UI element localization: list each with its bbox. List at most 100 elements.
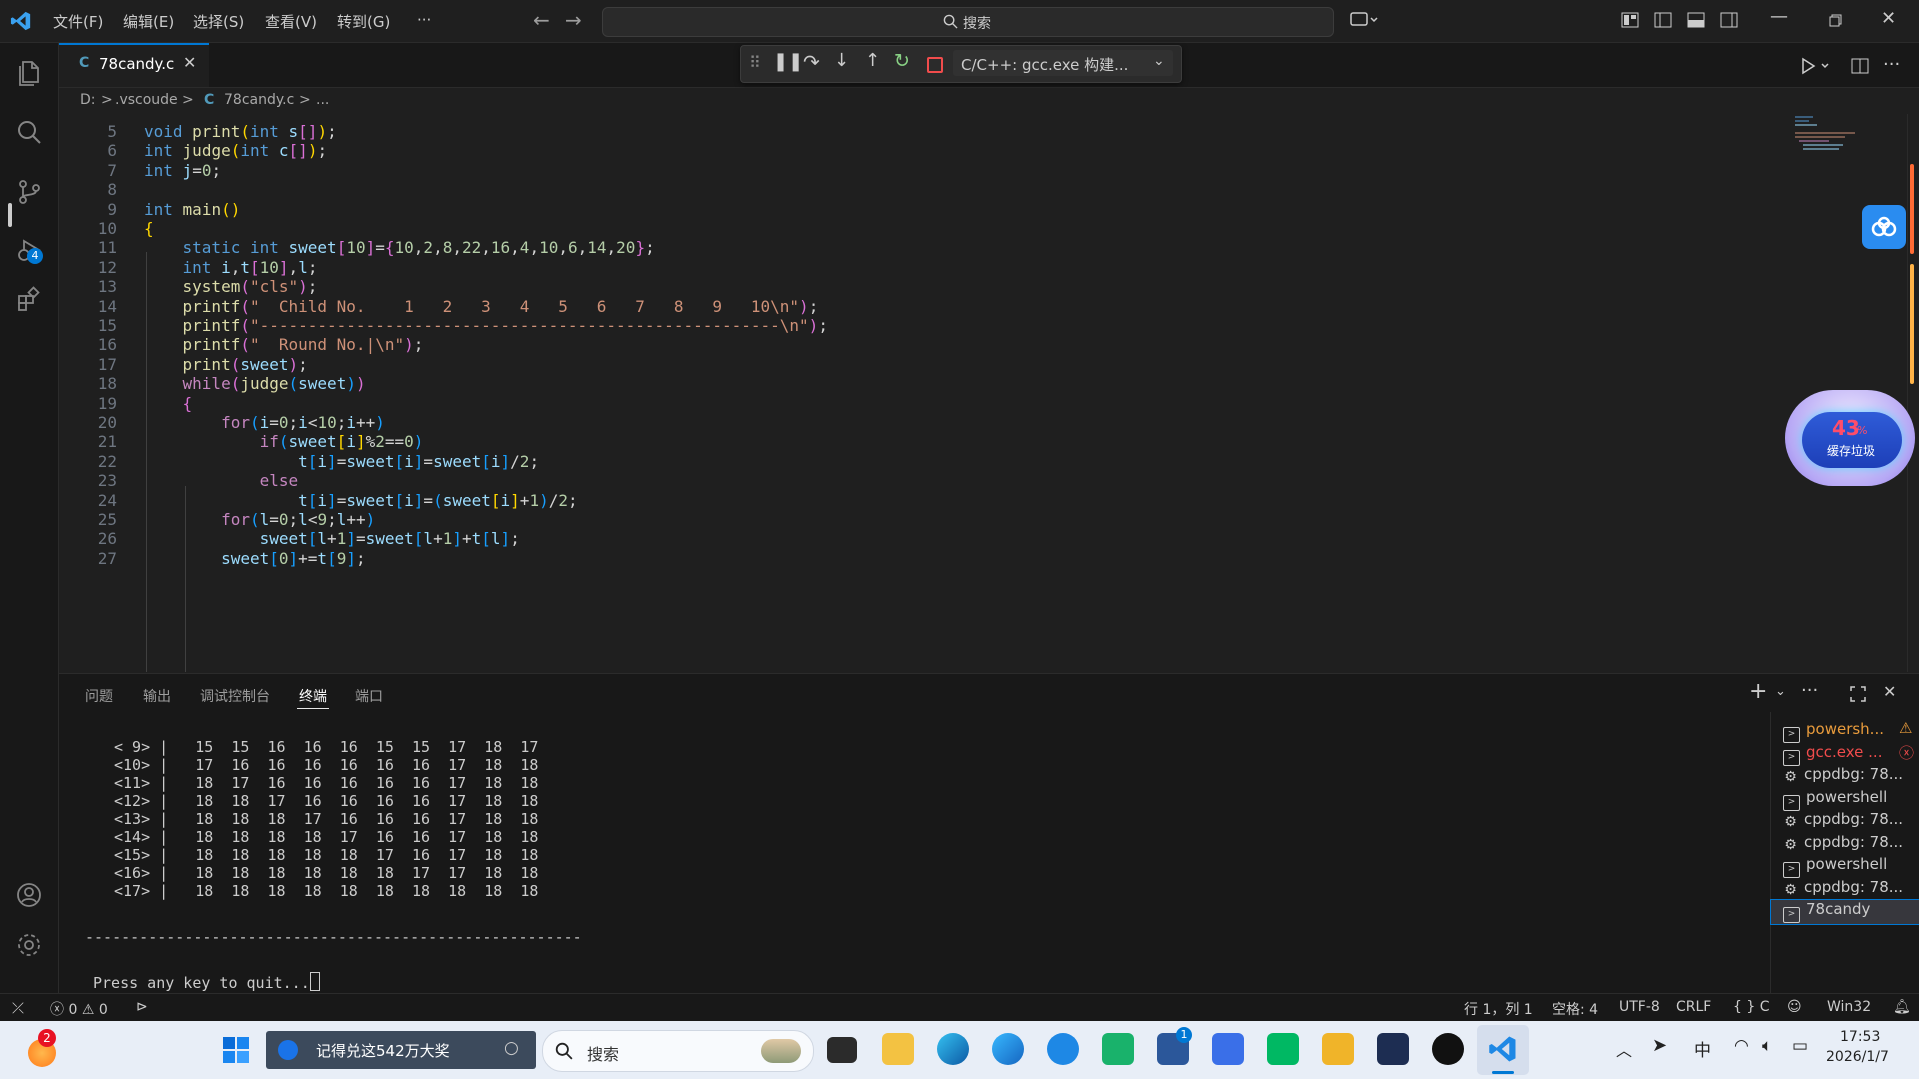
back-arrow-icon[interactable]: ←: [533, 8, 550, 32]
terminal-list-item[interactable]: ⚙ cppdbg: 78...: [1783, 833, 1913, 857]
menu-go[interactable]: 转到(G): [337, 11, 390, 32]
copilot-chat-icon[interactable]: [1349, 10, 1379, 30]
terminal-list-item[interactable]: >78candy: [1770, 899, 1919, 925]
terminal-list-item[interactable]: ⚙ cppdbg: 78...: [1783, 810, 1913, 834]
drag-handle-icon[interactable]: ⠿: [749, 53, 761, 72]
iqiyi-icon[interactable]: [1267, 1033, 1299, 1065]
send-icon[interactable]: ➤: [1652, 1035, 1667, 1056]
language-mode[interactable]: { } C: [1733, 999, 1770, 1015]
panel-tab-ports[interactable]: 端口: [355, 686, 383, 706]
terminal-list-item[interactable]: > powersh...: [1783, 720, 1913, 744]
menu-file[interactable]: 文件(F): [53, 11, 103, 32]
split-editor-icon[interactable]: [1850, 56, 1870, 76]
command-center-search[interactable]: 搜索: [602, 7, 1334, 37]
indentation[interactable]: 空格: 4: [1552, 999, 1598, 1019]
close-window-icon[interactable]: ✕: [1881, 8, 1896, 29]
step-over-icon[interactable]: ↷: [803, 50, 820, 74]
terminal-output[interactable]: < 9> | 15 15 16 16 16 15 15 17 18 17 <10>…: [59, 720, 1769, 993]
pause-icon[interactable]: ❚❚: [773, 51, 803, 72]
platform[interactable]: Win32: [1827, 999, 1871, 1015]
breadcrumb-folder[interactable]: .vscoude: [115, 92, 178, 108]
folder-icon[interactable]: [1322, 1033, 1354, 1065]
accounts-icon[interactable]: [15, 881, 43, 909]
debug-status-icon[interactable]: ⊳: [136, 999, 148, 1015]
cursor-position[interactable]: 行 1，列 1: [1464, 999, 1533, 1019]
manage-gear-icon[interactable]: [15, 931, 43, 959]
show-hidden-icons[interactable]: ︿: [1616, 1037, 1632, 1061]
edge-icon[interactable]: [937, 1033, 969, 1065]
customize-layout-icon[interactable]: [1620, 10, 1640, 30]
qq-icon[interactable]: [1432, 1033, 1464, 1065]
copilot-icon[interactable]: ☺: [1787, 999, 1802, 1015]
new-terminal-icon[interactable]: +: [1749, 679, 1767, 704]
dev-cpp-icon[interactable]: [1377, 1033, 1409, 1065]
panel-tab-output[interactable]: 输出: [143, 686, 171, 706]
menu-more[interactable]: ···: [417, 11, 431, 29]
clock-date[interactable]: 2026/1/7: [1826, 1049, 1889, 1065]
step-out-icon[interactable]: ↑: [865, 50, 880, 71]
terminal-list-item[interactable]: ⚙ cppdbg: 78...: [1783, 878, 1913, 902]
terminal-list-label: powershell: [1806, 855, 1888, 873]
toggle-primary-sidebar-icon[interactable]: [1653, 10, 1673, 30]
toggle-secondary-sidebar-icon[interactable]: [1719, 10, 1739, 30]
panel-tab-problems[interactable]: 问题: [85, 686, 113, 706]
code-editor[interactable]: 5 void print(int s[]); 6 int judge(int c[])…: [59, 114, 1919, 672]
breadcrumb-drive[interactable]: D:: [80, 92, 96, 108]
source-control-icon[interactable]: [15, 178, 43, 206]
maximize-panel-icon[interactable]: [1850, 686, 1866, 702]
terminal-list-item[interactable]: > powershell: [1783, 788, 1913, 812]
forward-arrow-icon[interactable]: →: [565, 8, 582, 32]
chevron-down-icon[interactable]: ⌄: [1775, 684, 1786, 699]
problems-status[interactable]: ⓧ 0 ⚠ 0: [50, 999, 108, 1019]
breadcrumb-file[interactable]: 78candy.c: [224, 92, 294, 108]
menu-view[interactable]: 查看(V): [265, 11, 317, 32]
close-tab-icon[interactable]: ✕: [183, 53, 196, 72]
terminal-list-item[interactable]: > powershell: [1783, 855, 1913, 879]
battery-icon[interactable]: ▭: [1792, 1036, 1808, 1056]
wechat-work-icon[interactable]: [1102, 1033, 1134, 1065]
encoding[interactable]: UTF-8: [1619, 999, 1660, 1015]
ime-indicator[interactable]: 中: [1694, 1036, 1711, 1061]
panel-tab-terminal[interactable]: 终端: [299, 686, 327, 706]
remote-icon[interactable]: ⤫: [12, 999, 24, 1017]
toggle-panel-icon[interactable]: [1686, 10, 1706, 30]
ie-icon[interactable]: [1047, 1033, 1079, 1065]
clock-time[interactable]: 17:53: [1840, 1029, 1880, 1045]
debug-config-select[interactable]: C/C++: gcc.exe 构建... ⌄: [953, 50, 1173, 76]
windows-start-icon[interactable]: [222, 1036, 250, 1064]
cache-cleanup-widget[interactable]: 43 % 缓存垃圾: [1785, 390, 1919, 490]
taskbar-search[interactable]: 搜索: [542, 1030, 814, 1072]
breadcrumb-more[interactable]: ...: [316, 92, 329, 108]
line-number: 9: [107, 199, 117, 219]
netdisk-float-button[interactable]: [1862, 205, 1906, 249]
task-view-icon[interactable]: [827, 1037, 857, 1063]
more-actions-icon[interactable]: ···: [1883, 54, 1900, 75]
explorer-icon[interactable]: [15, 58, 43, 86]
menu-selection[interactable]: 选择(S): [193, 11, 244, 32]
line-ending[interactable]: CRLF: [1676, 999, 1711, 1015]
restore-icon[interactable]: [1825, 10, 1845, 30]
edge-ai-icon[interactable]: [992, 1033, 1024, 1065]
terminal-list-item[interactable]: ⚙ cppdbg: 78...: [1783, 765, 1913, 789]
more-actions-icon[interactable]: ···: [1801, 680, 1818, 701]
panel-tab-debug-console[interactable]: 调试控制台: [200, 686, 270, 706]
extensions-icon[interactable]: [15, 285, 43, 313]
file-explorer-icon[interactable]: [882, 1033, 914, 1065]
minimize-icon[interactable]: —: [1770, 6, 1788, 27]
restart-icon[interactable]: ↻: [894, 50, 910, 72]
terminal-list-item[interactable]: > gcc.exe ...: [1783, 743, 1913, 767]
wifi-icon[interactable]: ◠: [1734, 1036, 1749, 1056]
vscode-logo-icon[interactable]: [10, 10, 32, 32]
app-bag-icon[interactable]: [1212, 1033, 1244, 1065]
volume-muted-icon[interactable]: 🔈︎: [1762, 1036, 1772, 1056]
notifications-bell-icon[interactable]: 🔔︎: [1893, 999, 1911, 1015]
run-debug-dropdown-icon[interactable]: [1800, 55, 1832, 77]
stop-icon[interactable]: [927, 57, 943, 73]
close-panel-icon[interactable]: ✕: [1883, 682, 1896, 701]
step-into-icon[interactable]: ↓: [834, 50, 849, 71]
menu-edit[interactable]: 编辑(E): [123, 11, 174, 32]
search-view-icon[interactable]: [15, 118, 43, 146]
vscode-taskbar-icon[interactable]: [1488, 1034, 1518, 1064]
tab-78candy[interactable]: C 78candy.c ✕: [59, 43, 209, 87]
news-widget[interactable]: 记得兑这542万大奖 ○: [266, 1031, 536, 1069]
